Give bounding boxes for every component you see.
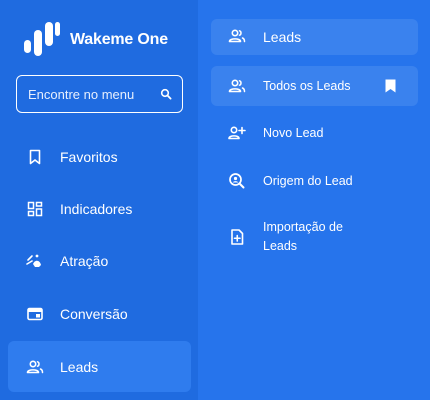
users-icon — [228, 77, 246, 95]
sidebar-item-label: Favoritos — [60, 148, 118, 165]
sidebar-item-leads[interactable]: Leads — [8, 341, 191, 392]
origin-search-icon — [228, 172, 246, 190]
submenu-item-label: Importação de Leads — [263, 218, 343, 256]
sidebar-item-label: Indicadores — [60, 200, 133, 217]
import-icon — [228, 228, 246, 246]
sidebar-item-atracao[interactable]: Atração — [8, 235, 191, 286]
submenu-item-todos-os-leads[interactable]: Todos os Leads — [211, 66, 418, 106]
search-icon[interactable] — [160, 88, 172, 100]
submenu-item-label-line2: Leads — [263, 239, 298, 253]
logo-icon — [24, 22, 60, 56]
attraction-icon — [26, 252, 44, 270]
sidebar-item-label: Conversão — [60, 305, 128, 322]
sidebar-item-conversao[interactable]: Conversão — [8, 288, 191, 339]
submenu-item-label: Todos os Leads — [263, 78, 351, 93]
submenu-item-label-line1: Importação de — [263, 220, 343, 234]
add-user-icon — [228, 124, 246, 142]
bookmark-icon — [26, 148, 44, 166]
sidebar-item-favoritos[interactable]: Favoritos — [8, 131, 191, 182]
sidebar-item-label: Atração — [60, 252, 109, 269]
submenu-title: Leads — [211, 19, 418, 55]
sidebar-item-label: Leads — [60, 358, 99, 375]
conversion-icon — [26, 305, 44, 323]
dashboard-icon — [26, 200, 44, 218]
submenu-item-label: Novo Lead — [263, 125, 324, 140]
menu-search[interactable] — [16, 75, 183, 113]
submenu-item-importacao-de-leads[interactable]: Importação de Leads — [211, 213, 418, 261]
submenu-title-label: Leads — [263, 29, 302, 45]
submenu-item-label: Origem do Lead — [263, 173, 353, 188]
app-logo[interactable]: Wakeme One — [22, 20, 168, 60]
users-icon — [228, 28, 246, 46]
app-name: Wakeme One — [70, 31, 168, 48]
submenu-panel — [198, 0, 430, 400]
users-icon — [26, 358, 44, 376]
search-input[interactable] — [28, 86, 153, 102]
submenu-item-novo-lead[interactable]: Novo Lead — [211, 115, 418, 151]
sidebar-item-indicadores[interactable]: Indicadores — [8, 183, 191, 234]
submenu-item-origem-do-lead[interactable]: Origem do Lead — [211, 163, 418, 199]
bookmark-filled-icon[interactable] — [385, 79, 396, 93]
